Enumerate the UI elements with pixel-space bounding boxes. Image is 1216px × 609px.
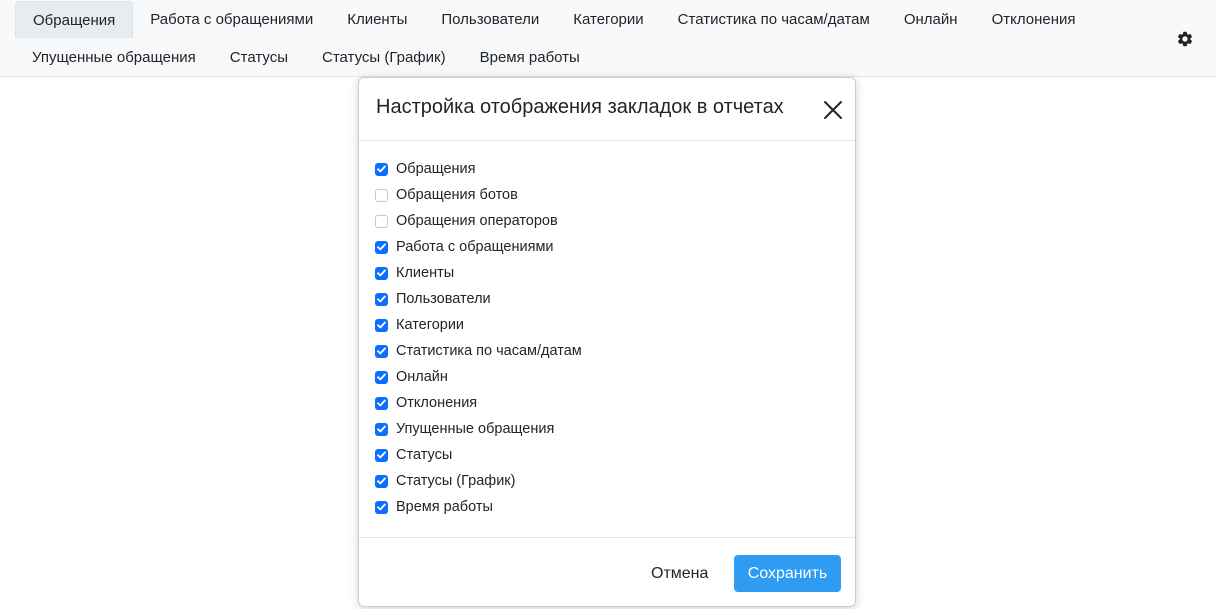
checkbox-checked[interactable] <box>375 266 388 280</box>
modal-footer: Отмена Сохранить <box>359 537 855 607</box>
option-row[interactable]: Статусы <box>375 442 452 468</box>
checkbox-checked[interactable] <box>375 162 388 176</box>
checkbox-checked[interactable] <box>375 422 388 436</box>
save-button[interactable]: Сохранить <box>734 555 841 592</box>
checkbox-checked[interactable] <box>375 396 388 410</box>
option-label[interactable]: Обращения <box>396 161 476 177</box>
tabs-row-2: Упущенные обращения Статусы Статусы (Гра… <box>15 39 597 76</box>
check-icon <box>377 295 386 303</box>
option-label[interactable]: Категории <box>396 317 464 333</box>
checkbox-checked[interactable] <box>375 448 388 462</box>
option-row[interactable]: Категории <box>375 312 464 338</box>
option-row[interactable]: Обращения операторов <box>375 208 558 234</box>
tab-rejections[interactable]: Отклонения <box>975 1 1093 38</box>
close-icon[interactable] <box>823 100 843 120</box>
option-label[interactable]: Пользователи <box>396 291 491 307</box>
option-label[interactable]: Клиенты <box>396 265 454 281</box>
option-label[interactable]: Обращения операторов <box>396 213 558 229</box>
tab-online[interactable]: Онлайн <box>887 1 975 38</box>
check-icon <box>377 165 386 173</box>
option-label[interactable]: Онлайн <box>396 369 448 385</box>
modal-header: Настройка отображения закладок в отчетах <box>359 78 855 141</box>
tab-users[interactable]: Пользователи <box>424 1 556 38</box>
checkbox-unchecked[interactable] <box>375 188 388 202</box>
checkbox-checked[interactable] <box>375 474 388 488</box>
check-icon <box>377 321 386 329</box>
gear-icon[interactable] <box>1176 30 1194 48</box>
option-row[interactable]: Статусы (График) <box>375 468 515 494</box>
check-icon <box>377 399 386 407</box>
option-row[interactable]: Обращения ботов <box>375 182 518 208</box>
option-row[interactable]: Пользователи <box>375 286 491 312</box>
option-label[interactable]: Отклонения <box>396 395 477 411</box>
option-row[interactable]: Статистика по часам/датам <box>375 338 582 364</box>
option-row[interactable]: Клиенты <box>375 260 454 286</box>
tab-missed-appeals[interactable]: Упущенные обращения <box>15 39 213 76</box>
checkbox-checked[interactable] <box>375 318 388 332</box>
option-label[interactable]: Статусы <box>396 447 452 463</box>
checkbox-checked[interactable] <box>375 500 388 514</box>
option-row[interactable]: Упущенные обращения <box>375 416 554 442</box>
check-icon <box>377 269 386 277</box>
checkbox-checked[interactable] <box>375 370 388 384</box>
tab-clients[interactable]: Клиенты <box>330 1 424 38</box>
check-icon <box>377 425 386 433</box>
option-label[interactable]: Упущенные обращения <box>396 421 554 437</box>
tab-statuses[interactable]: Статусы <box>213 39 305 76</box>
option-row[interactable]: Время работы <box>375 494 493 520</box>
option-row[interactable]: Отклонения <box>375 390 477 416</box>
checkbox-checked[interactable] <box>375 240 388 254</box>
option-row[interactable]: Онлайн <box>375 364 448 390</box>
tab-categories[interactable]: Категории <box>556 1 660 38</box>
check-icon <box>377 477 386 485</box>
checkbox-unchecked[interactable] <box>375 214 388 228</box>
option-label[interactable]: Статусы (График) <box>396 473 515 489</box>
tab-appeals[interactable]: Обращения <box>15 1 134 38</box>
option-label[interactable]: Статистика по часам/датам <box>396 343 582 359</box>
cancel-button[interactable]: Отмена <box>639 555 720 592</box>
checkbox-checked[interactable] <box>375 292 388 306</box>
check-icon <box>377 243 386 251</box>
modal-title: Настройка отображения закладок в отчетах <box>376 96 784 118</box>
option-row[interactable]: Работа с обращениями <box>375 234 554 260</box>
option-row[interactable]: Обращения <box>375 156 476 182</box>
tab-appeal-work[interactable]: Работа с обращениями <box>133 1 330 38</box>
check-icon <box>377 347 386 355</box>
check-icon <box>377 503 386 511</box>
tabs-row-1: Обращения Работа с обращениями Клиенты П… <box>15 1 1093 38</box>
check-icon <box>377 373 386 381</box>
tab-hour-date-stats[interactable]: Статистика по часам/датам <box>661 1 887 38</box>
report-tabs-bar: Обращения Работа с обращениями Клиенты П… <box>0 0 1216 77</box>
check-icon <box>377 451 386 459</box>
tab-statuses-chart[interactable]: Статусы (График) <box>305 39 463 76</box>
option-label[interactable]: Обращения ботов <box>396 187 518 203</box>
option-label[interactable]: Работа с обращениями <box>396 239 554 255</box>
tab-work-time[interactable]: Время работы <box>463 39 597 76</box>
checkbox-checked[interactable] <box>375 344 388 358</box>
option-label[interactable]: Время работы <box>396 499 493 515</box>
tab-settings-modal: Настройка отображения закладок в отчетах… <box>358 77 856 607</box>
